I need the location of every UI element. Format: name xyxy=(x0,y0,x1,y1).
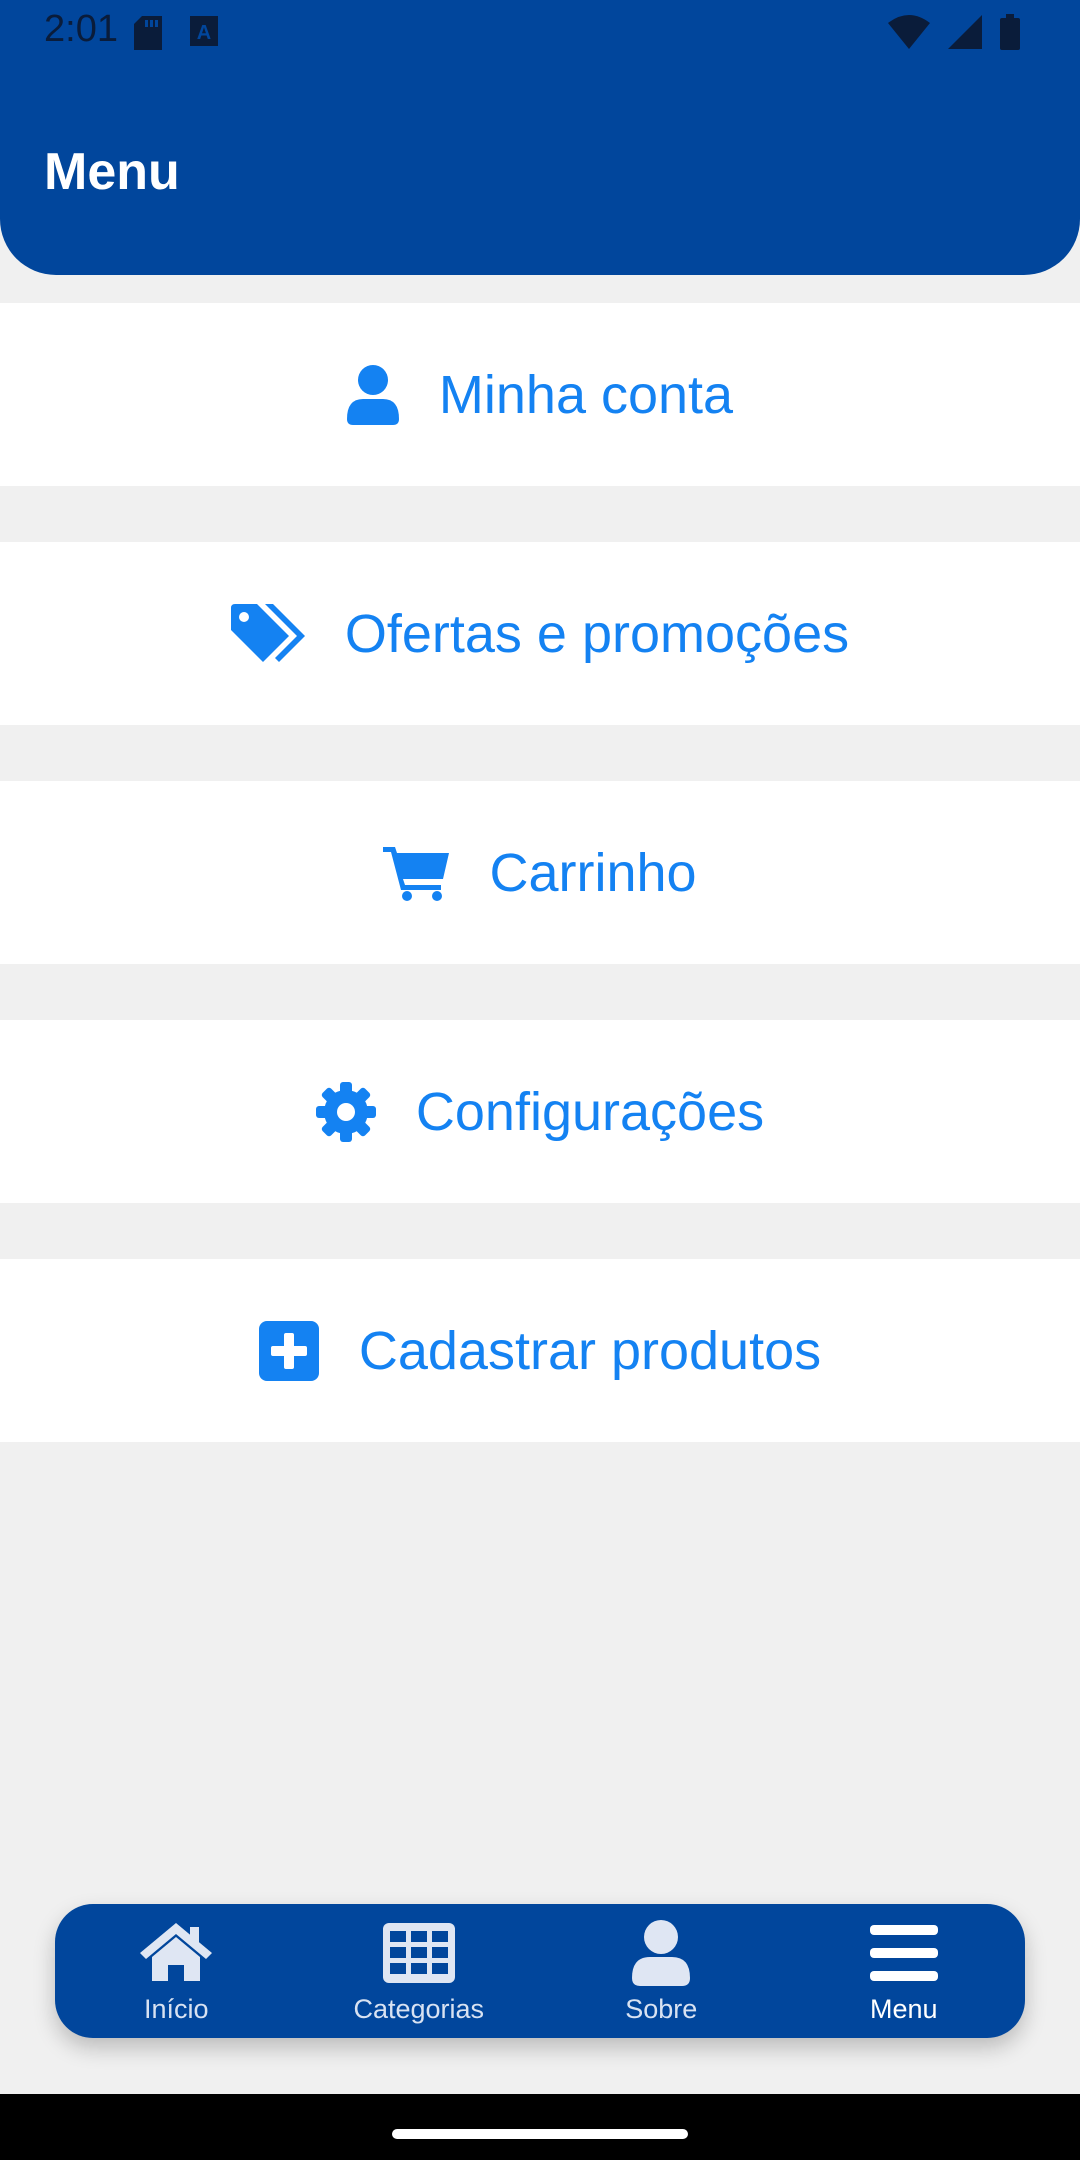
tags-icon xyxy=(230,603,305,664)
plus-square-icon xyxy=(258,1320,319,1381)
svg-text:A: A xyxy=(197,22,211,44)
sd-card-icon xyxy=(134,16,162,55)
home-icon xyxy=(140,1918,213,1988)
user-icon xyxy=(346,364,399,425)
nav-item-menu[interactable]: Menu xyxy=(783,1904,1026,2038)
cart-icon xyxy=(383,845,450,901)
nav-label: Sobre xyxy=(625,1994,698,2024)
menu-item-label: Minha conta xyxy=(438,364,734,425)
nav-label: Categorias xyxy=(353,1994,485,2024)
battery-icon xyxy=(1000,14,1020,55)
menu-item-label: Carrinho xyxy=(489,842,697,903)
nav-item-inicio[interactable]: Início xyxy=(55,1904,298,2038)
nav-label: Menu xyxy=(869,1994,938,2024)
menu-item-configuracoes[interactable]: Configurações xyxy=(0,1020,1080,1203)
menu-item-label: Cadastrar produtos xyxy=(358,1320,822,1381)
bottom-nav: Início Categorias Sobre Menu xyxy=(55,1904,1025,2038)
status-bar: 2:01 A xyxy=(0,0,1080,66)
signal-icon xyxy=(948,15,982,54)
menu-item-cadastrar[interactable]: Cadastrar produtos xyxy=(0,1259,1080,1442)
menu-item-carrinho[interactable]: Carrinho xyxy=(0,781,1080,964)
keyboard-a-icon: A xyxy=(190,16,218,55)
hamburger-icon xyxy=(869,1918,938,1988)
system-navigation-bar xyxy=(0,2094,1080,2160)
gear-icon xyxy=(315,1081,376,1142)
page-title: Menu xyxy=(44,143,180,201)
nav-item-categorias[interactable]: Categorias xyxy=(298,1904,541,2038)
app-header: 2:01 A Menu xyxy=(0,0,1080,275)
grid-icon xyxy=(382,1918,455,1988)
nav-label: Início xyxy=(143,1994,209,2024)
user-icon xyxy=(632,1918,691,1988)
wifi-icon xyxy=(888,15,930,54)
status-time: 2:01 xyxy=(44,8,118,50)
menu-list: Minha conta Ofertas e promoções Carrinho xyxy=(0,303,1080,1498)
menu-item-minha-conta[interactable]: Minha conta xyxy=(0,303,1080,486)
home-gesture-handle[interactable] xyxy=(392,2129,688,2139)
menu-item-label: Ofertas e promoções xyxy=(344,603,850,664)
nav-item-sobre[interactable]: Sobre xyxy=(540,1904,783,2038)
menu-item-label: Configurações xyxy=(415,1081,765,1142)
menu-item-ofertas[interactable]: Ofertas e promoções xyxy=(0,542,1080,725)
